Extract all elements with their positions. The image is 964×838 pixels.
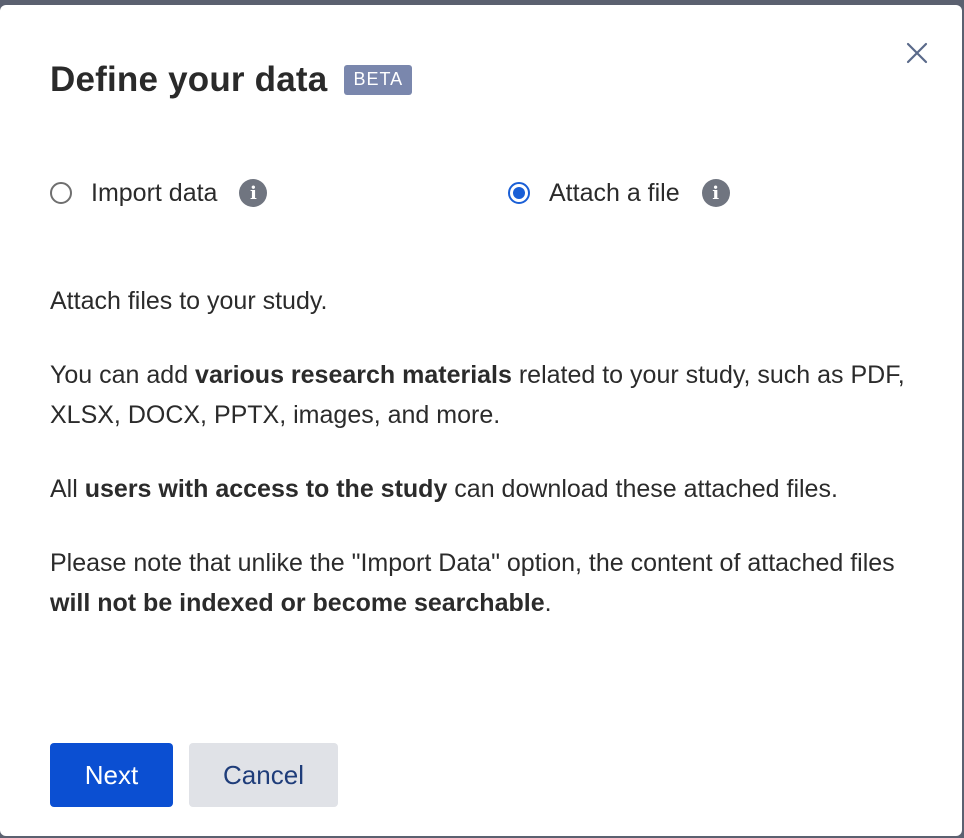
import-data-label[interactable]: Import data bbox=[91, 179, 217, 208]
beta-badge: BETA bbox=[344, 65, 413, 95]
description-indexing-note: Please note that unlike the "Import Data… bbox=[50, 549, 895, 617]
attach-file-option[interactable]: Attach a file i bbox=[508, 175, 730, 211]
description: Attach files to your study. You can add … bbox=[50, 281, 920, 657]
import-data-option[interactable]: Import data i bbox=[50, 175, 268, 211]
title-row: Define your data BETA bbox=[50, 60, 413, 100]
description-intro: Attach files to your study. bbox=[50, 287, 328, 315]
import-data-radio[interactable] bbox=[50, 182, 72, 204]
dialog-title: Define your data bbox=[50, 60, 328, 99]
info-icon[interactable]: i bbox=[239, 179, 268, 207]
close-button[interactable] bbox=[902, 38, 932, 68]
attach-file-label[interactable]: Attach a file bbox=[549, 179, 680, 208]
define-data-dialog: Define your data BETA Import data i Atta… bbox=[0, 5, 962, 836]
close-icon bbox=[906, 42, 928, 64]
cancel-button[interactable]: Cancel bbox=[189, 743, 338, 807]
info-icon[interactable]: i bbox=[701, 179, 730, 207]
next-button[interactable]: Next bbox=[50, 743, 173, 807]
description-access: All users with access to the study can d… bbox=[50, 475, 838, 503]
attach-file-radio[interactable] bbox=[508, 182, 530, 204]
description-materials: You can add various research materials r… bbox=[50, 361, 905, 429]
